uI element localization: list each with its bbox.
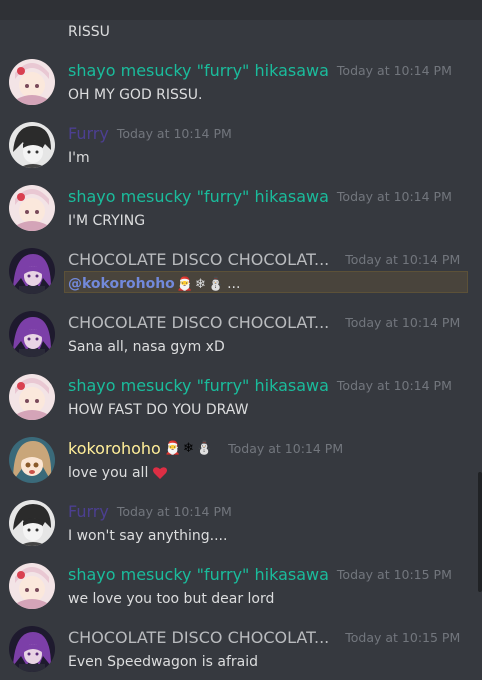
username[interactable]: CHOCOLATE DISCO CHOCOLAT... <box>68 628 329 647</box>
message-item[interactable]: shayo mesucky "furry" hikasawa Today at … <box>0 562 482 624</box>
message-text: we love you too but dear lord <box>68 591 275 607</box>
avatar[interactable] <box>9 122 55 168</box>
message-text: Even Speedwagon is afraid <box>68 654 259 670</box>
previous-message-text: RISSU <box>68 24 110 40</box>
message-item[interactable]: shayo mesucky "furry" hikasawa Today at … <box>0 373 482 435</box>
message-ellipsis: ... <box>227 276 241 292</box>
message-text-container: love you all <box>68 463 168 483</box>
message-text: Sana all, nasa gym xD <box>68 339 225 355</box>
santa-emoji: 🎅 <box>176 276 193 292</box>
snowman-emoji: ⛄ <box>195 440 213 456</box>
username[interactable]: Furry <box>68 502 109 521</box>
snowflake-emoji: ❄ <box>195 276 206 292</box>
snowman-emoji: ⛄ <box>207 276 225 292</box>
top-bar <box>0 0 482 20</box>
username[interactable]: CHOCOLATE DISCO CHOCOLAT... <box>68 250 329 269</box>
message-text: I'M CRYING <box>68 213 146 229</box>
message-item[interactable]: CHOCOLATE DISCO CHOCOLAT... Today at 10:… <box>0 247 482 309</box>
message-item[interactable]: CHOCOLATE DISCO CHOCOLAT... Today at 10:… <box>0 625 482 680</box>
message-item[interactable]: shayo mesucky "furry" hikasawa Today at … <box>0 58 482 120</box>
username[interactable]: shayo mesucky "furry" hikasawa <box>68 187 329 206</box>
timestamp: Today at 10:14 PM <box>336 188 452 204</box>
message-text: HOW FAST DO YOU DRAW <box>68 402 249 418</box>
avatar[interactable] <box>9 563 55 609</box>
avatar[interactable] <box>9 374 55 420</box>
scrollbar[interactable] <box>478 472 482 592</box>
avatar[interactable] <box>9 626 55 672</box>
santa-emoji: 🎅 <box>164 440 182 456</box>
message-text: @kokorohoho 🎅 ❄ ⛄ ... <box>68 274 240 294</box>
timestamp: Today at 10:15 PM <box>336 566 452 582</box>
avatar[interactable] <box>9 185 55 231</box>
avatar[interactable] <box>9 311 55 357</box>
message-item[interactable]: Furry Today at 10:14 PM I won't say anyt… <box>0 499 482 561</box>
message-item[interactable]: shayo mesucky "furry" hikasawa Today at … <box>0 184 482 246</box>
username[interactable]: shayo mesucky "furry" hikasawa <box>68 376 329 395</box>
message-item[interactable]: Furry Today at 10:14 PM I'm <box>0 121 482 183</box>
username[interactable]: shayo mesucky "furry" hikasawa <box>68 565 329 584</box>
avatar[interactable] <box>9 500 55 546</box>
message-text: love you all <box>68 465 149 481</box>
username[interactable]: Furry <box>68 124 109 143</box>
heart-icon <box>153 467 168 479</box>
message-text: I won't say anything.... <box>68 528 228 544</box>
timestamp: Today at 10:14 PM <box>345 314 461 330</box>
timestamp: Today at 10:14 PM <box>336 62 452 78</box>
timestamp: Today at 10:14 PM <box>116 503 232 519</box>
username[interactable]: shayo mesucky "furry" hikasawa <box>68 61 329 80</box>
avatar[interactable] <box>9 248 55 294</box>
user-mention[interactable]: @kokorohoho <box>68 274 175 294</box>
avatar[interactable] <box>9 437 55 483</box>
timestamp: Today at 10:14 PM <box>116 125 232 141</box>
avatar[interactable] <box>9 59 55 105</box>
username[interactable]: CHOCOLATE DISCO CHOCOLAT... <box>68 313 329 332</box>
snowflake-emoji: ❄ <box>183 440 194 456</box>
username[interactable]: kokorohoho <box>68 439 161 458</box>
timestamp: Today at 10:14 PM <box>228 440 344 456</box>
timestamp: Today at 10:14 PM <box>336 377 452 393</box>
message-item[interactable]: kokorohoho 🎅 ❄ ⛄ Today at 10:14 PM love … <box>0 436 482 498</box>
message-text: OH MY GOD RISSU. <box>68 87 203 103</box>
message-item[interactable]: CHOCOLATE DISCO CHOCOLAT... Today at 10:… <box>0 310 482 372</box>
timestamp: Today at 10:14 PM <box>345 251 461 267</box>
timestamp: Today at 10:15 PM <box>345 629 461 645</box>
message-text: I'm <box>68 150 90 166</box>
